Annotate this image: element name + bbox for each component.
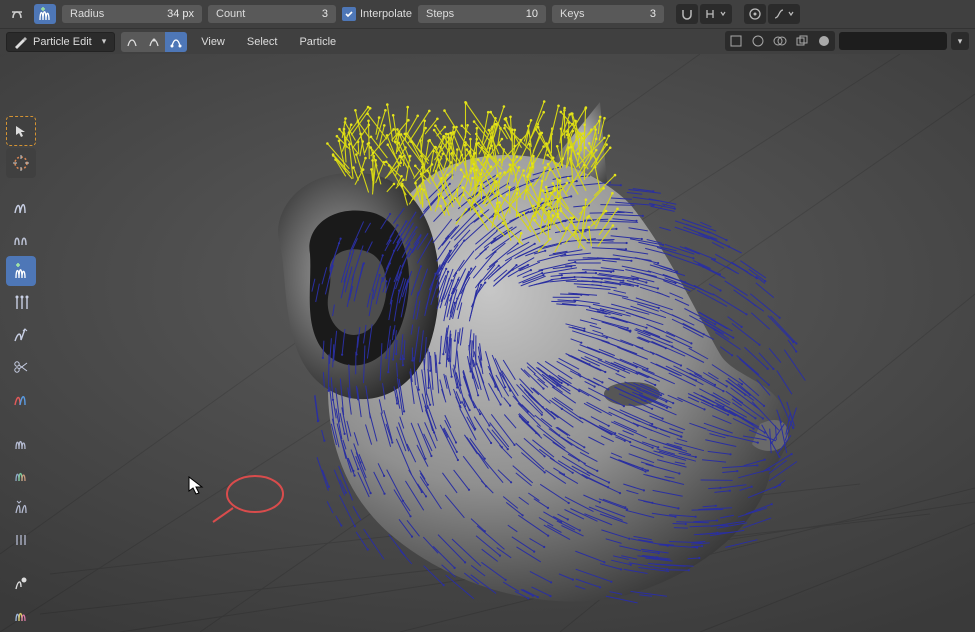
select-mode-path[interactable]: [121, 32, 143, 52]
count-field[interactable]: Count 3: [208, 5, 336, 23]
falloff-type-dropdown[interactable]: [768, 4, 800, 24]
search-wrap: [839, 32, 947, 50]
floor-grid: [0, 54, 975, 632]
tool-brush-5[interactable]: [6, 568, 36, 598]
steps-field[interactable]: Steps 10: [418, 5, 546, 23]
search-input[interactable]: [839, 32, 947, 50]
steps-label: Steps: [426, 8, 454, 20]
search-dropdown[interactable]: ▾: [951, 32, 969, 50]
menu-select[interactable]: Select: [239, 32, 286, 52]
proportional-edit-icon[interactable]: [744, 4, 766, 24]
particle-add-brush-icon[interactable]: [34, 4, 56, 24]
count-label: Count: [216, 8, 245, 20]
interpolate-checkbox-wrap: Interpolate: [342, 7, 412, 21]
snap-type-dropdown[interactable]: [700, 4, 732, 24]
select-mode-toggle: [121, 32, 187, 52]
snapping-group: [676, 4, 732, 24]
interpolate-checkbox[interactable]: [342, 7, 356, 21]
count-value: 3: [322, 8, 328, 20]
tool-comb[interactable]: [6, 192, 36, 222]
draw-icon: [13, 35, 27, 49]
radius-value: 34 px: [167, 8, 194, 20]
constraint-mode-icon[interactable]: [6, 4, 28, 24]
select-mode-tip[interactable]: [165, 32, 187, 52]
mode-dropdown[interactable]: Particle Edit ▾: [6, 32, 115, 52]
tool-brush-6[interactable]: [6, 600, 36, 630]
mouse-pointer: [188, 476, 206, 496]
tool-brush-2[interactable]: [6, 460, 36, 490]
tool-cursor[interactable]: [6, 148, 36, 178]
tool-brush-1[interactable]: [6, 428, 36, 458]
radius-field[interactable]: Radius 34 px: [62, 5, 202, 23]
menu-particle[interactable]: Particle: [291, 32, 344, 52]
keys-label: Keys: [560, 8, 584, 20]
shading-icon[interactable]: [813, 31, 835, 51]
viewport-header-right: ▾: [725, 28, 969, 54]
tool-brush-4[interactable]: [6, 524, 36, 554]
keys-field[interactable]: Keys 3: [552, 5, 664, 23]
tool-sidebar: [6, 116, 36, 630]
proportional-group: [744, 4, 800, 24]
magnet-icon[interactable]: [676, 4, 698, 24]
xray-icon[interactable]: [791, 31, 813, 51]
overlay-toggles: [725, 31, 835, 51]
tool-length[interactable]: [6, 288, 36, 318]
chevron-down-icon: ▾: [102, 36, 107, 47]
menu-view[interactable]: View: [193, 32, 233, 52]
tool-cut[interactable]: [6, 352, 36, 382]
tool-brush-3[interactable]: [6, 492, 36, 522]
keys-value: 3: [650, 8, 656, 20]
mode-label: Particle Edit: [33, 36, 92, 48]
tool-select-box[interactable]: [6, 116, 36, 146]
select-mode-point[interactable]: [143, 32, 165, 52]
tool-add[interactable]: [6, 256, 36, 286]
tool-weight[interactable]: [6, 384, 36, 414]
radius-label: Radius: [70, 8, 104, 20]
tool-puff[interactable]: [6, 320, 36, 350]
viewport-3d[interactable]: [0, 54, 975, 632]
overlay-icon[interactable]: [769, 31, 791, 51]
interpolate-label: Interpolate: [360, 8, 412, 20]
steps-value: 10: [526, 8, 538, 20]
selectability-icon[interactable]: [725, 31, 747, 51]
tool-smooth[interactable]: [6, 224, 36, 254]
gizmo-icon[interactable]: [747, 31, 769, 51]
tool-settings-bar: Radius 34 px Count 3 Interpolate Steps 1…: [0, 0, 975, 28]
